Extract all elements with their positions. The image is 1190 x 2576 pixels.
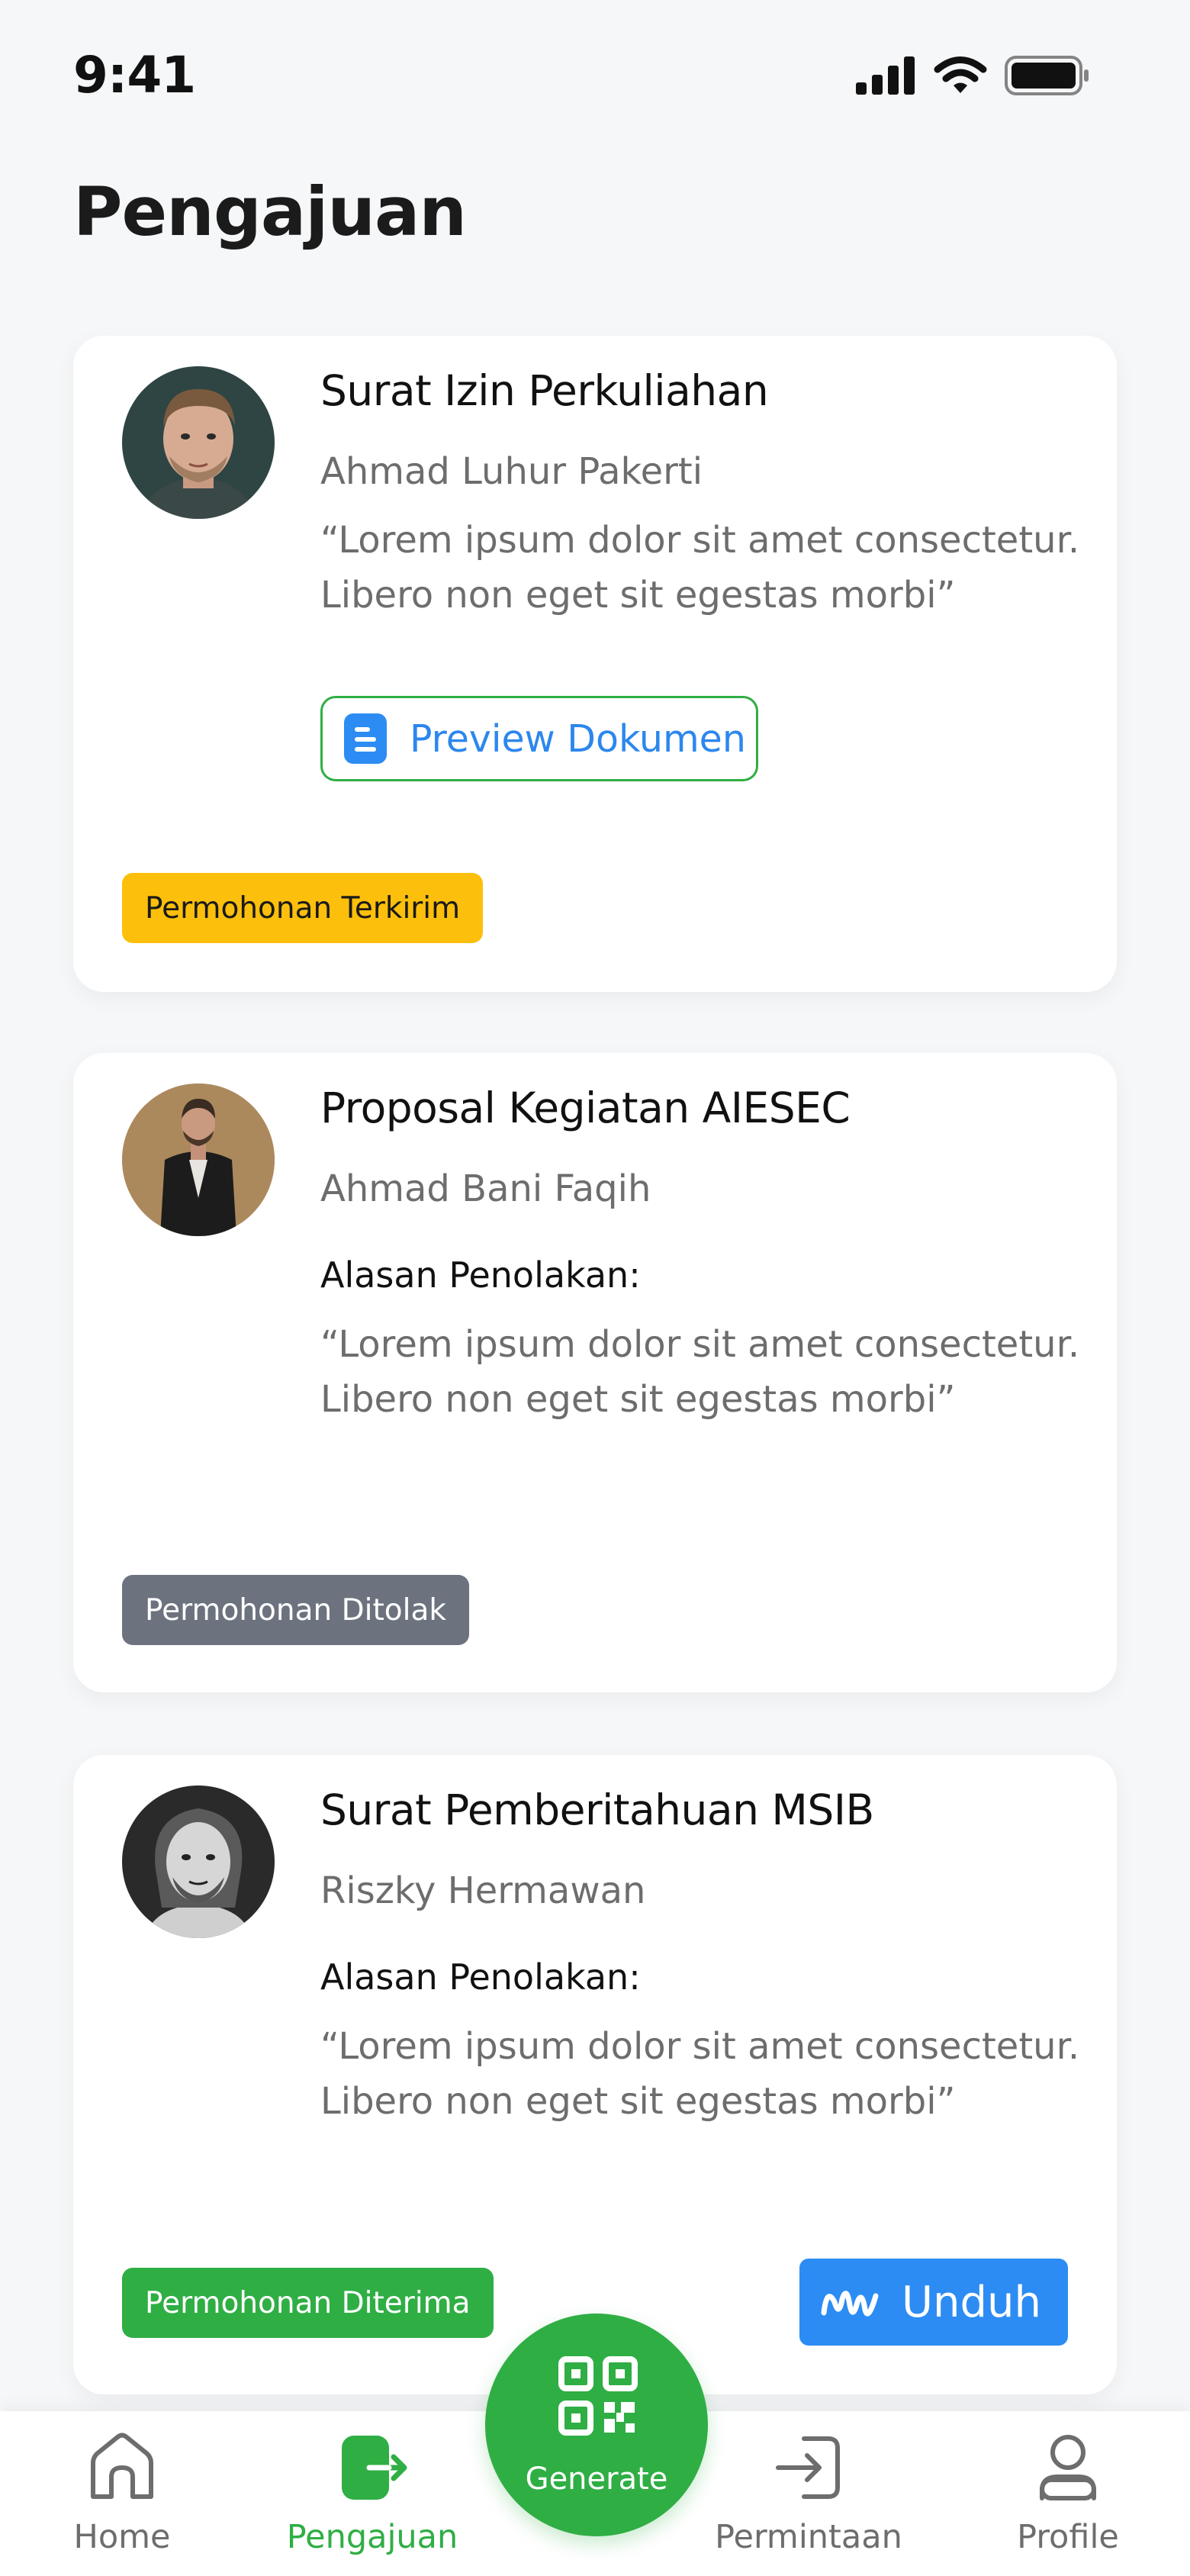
document-icon <box>344 713 387 764</box>
signal-icon <box>856 56 915 95</box>
submission-card[interactable]: Surat Izin Perkuliahan Ahmad Luhur Paker… <box>73 336 1117 992</box>
nav-item-permintaan[interactable]: Permintaan <box>694 2411 923 2576</box>
card-title: Surat Izin Perkuliahan <box>320 366 769 415</box>
card-title: Proposal Kegiatan AIESEC <box>320 1084 851 1132</box>
card-quote: “Lorem ipsum dolor sit amet consectetur.… <box>320 2025 1080 2123</box>
card-author: Ahmad Luhur Pakerti <box>320 450 703 493</box>
avatar <box>122 1084 275 1236</box>
nav-label: Permintaan <box>715 2518 902 2556</box>
wifi-icon <box>934 56 987 93</box>
nav-label: Pengajuan <box>286 2518 458 2556</box>
page-title: Pengajuan <box>73 172 467 251</box>
login-icon <box>776 2436 840 2499</box>
status-badge: Permohonan Diterima <box>122 2268 494 2338</box>
preview-document-label: Preview Dokumen <box>410 716 746 761</box>
user-icon <box>1040 2435 1096 2500</box>
status-bar: 9:41 <box>0 0 1190 153</box>
rejection-reason-label: Alasan Penolakan: <box>320 1254 641 1296</box>
generate-button[interactable]: Generate <box>485 2314 708 2536</box>
card-author: Ahmad Bani Faqih <box>320 1167 651 1210</box>
card-quote: “Lorem ipsum dolor sit amet consectetur.… <box>320 1323 1080 1421</box>
submit-icon <box>342 2436 407 2500</box>
nav-item-pengajuan[interactable]: Pengajuan <box>258 2411 487 2576</box>
submission-card[interactable]: Surat Pemberitahuan MSIB Riszky Hermawan… <box>73 1755 1117 2394</box>
card-author: Riszky Hermawan <box>320 1869 646 1912</box>
generate-label: Generate <box>525 2462 668 2497</box>
nav-item-home[interactable]: Home <box>8 2411 236 2576</box>
nav-label: Home <box>73 2518 171 2556</box>
status-icons <box>856 55 1091 96</box>
avatar <box>122 1785 275 1938</box>
download-button[interactable]: Unduh <box>799 2259 1068 2346</box>
status-badge: Permohonan Terkirim <box>122 873 484 943</box>
home-icon <box>91 2433 153 2499</box>
rejection-reason-label: Alasan Penolakan: <box>320 1956 641 1998</box>
download-label: Unduh <box>902 2277 1042 2327</box>
avatar <box>122 366 275 519</box>
preview-document-button[interactable]: Preview Dokumen <box>320 696 758 781</box>
battery-icon <box>1005 56 1089 95</box>
signature-icon <box>821 2291 879 2317</box>
qr-code-icon <box>558 2356 638 2436</box>
card-quote: “Lorem ipsum dolor sit amet consectetur.… <box>320 519 1080 617</box>
submission-card[interactable]: Proposal Kegiatan AIESEC Ahmad Bani Faqi… <box>73 1053 1117 1692</box>
status-time: 9:41 <box>73 46 196 105</box>
card-title: Surat Pemberitahuan MSIB <box>320 1785 874 1834</box>
status-badge: Permohonan Ditolak <box>122 1575 469 1645</box>
nav-item-profile[interactable]: Profile <box>954 2411 1182 2576</box>
nav-label: Profile <box>1017 2518 1119 2556</box>
